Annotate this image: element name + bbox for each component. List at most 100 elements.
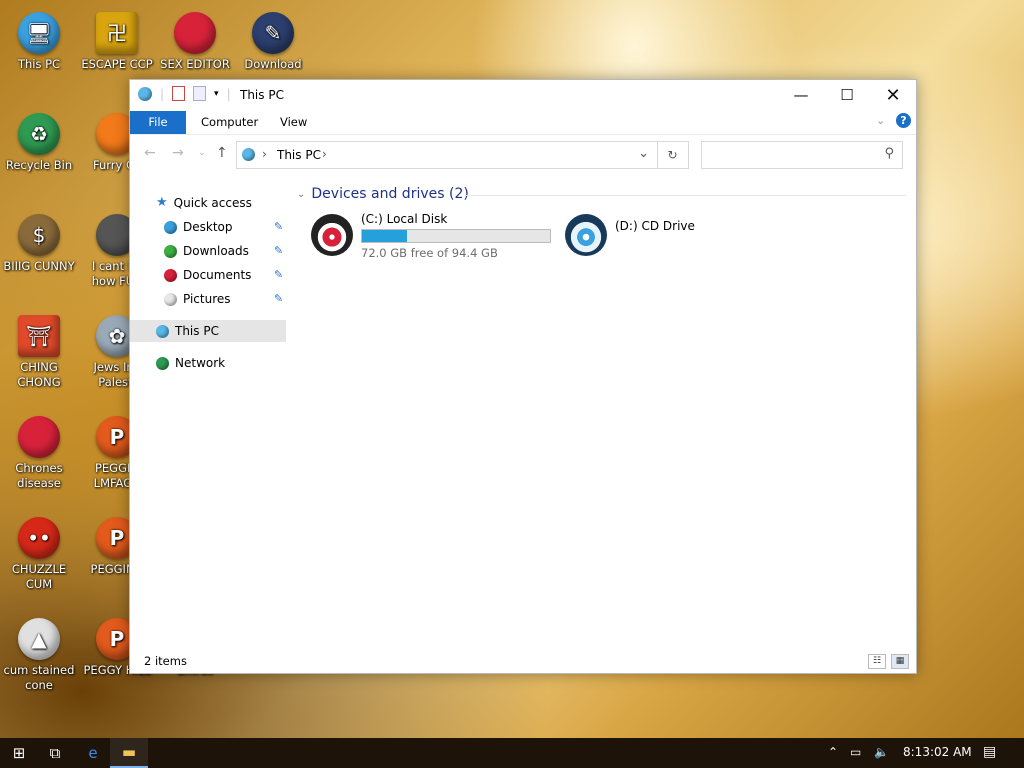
desktop-icon-this-pc[interactable]: 🖥 This PC [2, 12, 76, 72]
desktop-icon-download[interactable]: ✎ Download [236, 12, 310, 72]
toolbar-divider: | [160, 86, 165, 101]
desktop-icon-biiig[interactable]: $ BIIIG CUNNY [2, 214, 76, 274]
pictures-icon [164, 292, 177, 306]
desktop-icon-sex-editor[interactable]: SEX EDITOR [158, 12, 232, 72]
hard-disk-icon [311, 214, 353, 256]
show-hidden-icons[interactable]: ⌃ [828, 745, 838, 759]
address-bar[interactable]: › This PC › ⌄ [236, 141, 658, 169]
recycle-icon: ♻ [18, 113, 60, 155]
nav-this-pc[interactable]: This PC [130, 320, 286, 342]
desktop-icon-chuzzle[interactable]: •• CHUZZLE CUM [2, 517, 76, 592]
desktop-icon [164, 220, 177, 234]
ribbon-tabs: File Computer View ⌄ ? [130, 111, 916, 135]
chuzzle-icon: •• [18, 517, 60, 559]
close-button[interactable]: ✕ [870, 80, 916, 110]
money-bag-icon: $ [18, 214, 60, 256]
ornament-icon [174, 12, 216, 54]
tab-view[interactable]: View [269, 111, 318, 134]
usage-bar [361, 229, 551, 243]
desktop-icon-ching-chong[interactable]: ⛩ CHING CHONG [2, 315, 76, 390]
up-button[interactable]: ↑ [216, 145, 228, 161]
expand-ribbon-icon[interactable]: ⌄ [876, 114, 885, 127]
nav-desktop[interactable]: Desktop [164, 216, 233, 238]
address-row: ← → ⌄ ↑ › This PC › ⌄ ↻ ⚲ [130, 137, 916, 171]
cd-drive-icon [565, 214, 607, 256]
desktop-icon-recycle-bin[interactable]: ♻ Recycle Bin [2, 113, 76, 173]
ornament-icon [18, 416, 60, 458]
breadcrumb-separator[interactable]: › [262, 147, 267, 161]
search-input[interactable]: ⚲ [701, 141, 903, 169]
details-view-button[interactable]: ☷ [868, 654, 886, 669]
book-icon: 卍 [96, 12, 138, 54]
content-pane: ⌄ Devices and drives (2) (C:) Local Disk… [295, 172, 916, 651]
drive-name: (D:) CD Drive [615, 219, 695, 233]
folder-icon: ▬ [121, 743, 137, 761]
pin-icon[interactable]: ✎ [274, 220, 283, 233]
desktop-icon-escape-ccp[interactable]: 卍 ESCAPE CCP [80, 12, 154, 72]
downloads-icon [164, 244, 177, 258]
cone-icon: ▲ [18, 618, 60, 660]
search-icon: ⚲ [884, 146, 894, 161]
breadcrumb-separator[interactable]: › [322, 147, 327, 161]
edge-button[interactable]: e [74, 738, 112, 768]
large-icons-view-button[interactable]: ▦ [891, 654, 909, 669]
drive-d[interactable]: (D:) CD Drive [565, 214, 695, 256]
document-icon: ✎ [252, 12, 294, 54]
task-view-icon: ⧉ [49, 744, 61, 762]
refresh-button[interactable]: ↻ [657, 141, 689, 169]
nav-downloads[interactable]: Downloads [164, 240, 249, 262]
window-title: This PC [240, 88, 284, 102]
quick-access-toolbar: | ▾ | [138, 86, 231, 101]
free-space-text: 72.0 GB free of 94.4 GB [361, 246, 498, 260]
forward-button[interactable]: → [172, 145, 184, 161]
tab-file[interactable]: File [130, 111, 186, 134]
maximize-button[interactable]: ☐ [824, 80, 870, 110]
collapse-chevron-icon: ⌄ [297, 188, 306, 200]
clock[interactable]: 8:13:02 AM [903, 745, 972, 759]
breadcrumb-this-pc[interactable]: This PC [277, 148, 321, 162]
new-folder-icon[interactable] [193, 86, 207, 101]
nav-network[interactable]: Network [156, 352, 225, 374]
pin-icon[interactable]: ✎ [274, 244, 283, 257]
explorer-window: | ▾ | This PC — ☐ ✕ File Computer View ⌄… [129, 79, 917, 674]
address-dropdown-icon[interactable]: ⌄ [638, 146, 649, 161]
nav-quick-access[interactable]: ★ Quick access [156, 192, 252, 214]
title-bar[interactable]: | ▾ | This PC — ☐ ✕ [130, 80, 916, 110]
refresh-icon: ↻ [667, 148, 678, 162]
edge-icon: e [88, 744, 98, 762]
customize-dropdown-icon[interactable]: ▾ [214, 89, 219, 99]
documents-icon [164, 268, 177, 282]
torii-icon: ⛩ [18, 315, 60, 357]
status-bar: 2 items ☷ ▦ [130, 651, 916, 673]
drive-name: (C:) Local Disk [361, 212, 448, 226]
desktop-icon-cone[interactable]: ▲ cum stained cone [2, 618, 76, 693]
usage-bar-fill [362, 230, 407, 242]
group-divider [465, 195, 906, 196]
nav-pictures[interactable]: Pictures [164, 288, 231, 310]
back-button[interactable]: ← [144, 145, 156, 161]
group-header[interactable]: ⌄ Devices and drives (2) [297, 186, 469, 202]
this-pc-icon [242, 148, 255, 161]
help-icon[interactable]: ? [896, 113, 911, 128]
file-explorer-button[interactable]: ▬ [110, 738, 148, 768]
tab-computer[interactable]: Computer [190, 111, 269, 134]
network-icon[interactable]: ▭ [850, 745, 861, 759]
network-icon [156, 356, 169, 370]
task-view-button[interactable]: ⧉ [36, 738, 74, 768]
item-count: 2 items [144, 654, 187, 668]
pin-icon[interactable]: ✎ [274, 268, 283, 281]
volume-icon[interactable]: 🔈 [874, 745, 889, 759]
taskbar: ⊞ ⧉ e ▬ ⌃ ▭ 🔈 8:13:02 AM ▤ [0, 738, 1024, 768]
action-center-icon[interactable]: ▤ [983, 744, 996, 760]
recent-locations-icon[interactable]: ⌄ [198, 148, 206, 158]
windows-logo-icon: ⊞ [12, 744, 26, 762]
pin-icon[interactable]: ✎ [274, 292, 283, 305]
nav-documents[interactable]: Documents [164, 264, 251, 286]
star-icon: ★ [156, 195, 168, 210]
drive-c[interactable]: (C:) Local Disk 72.0 GB free of 94.4 GB [311, 212, 551, 260]
this-pc-icon [138, 86, 152, 101]
properties-icon[interactable] [172, 86, 186, 101]
start-button[interactable]: ⊞ [0, 738, 38, 768]
desktop-icon-chrones[interactable]: Chrones disease [2, 416, 76, 491]
minimize-button[interactable]: — [778, 80, 824, 110]
